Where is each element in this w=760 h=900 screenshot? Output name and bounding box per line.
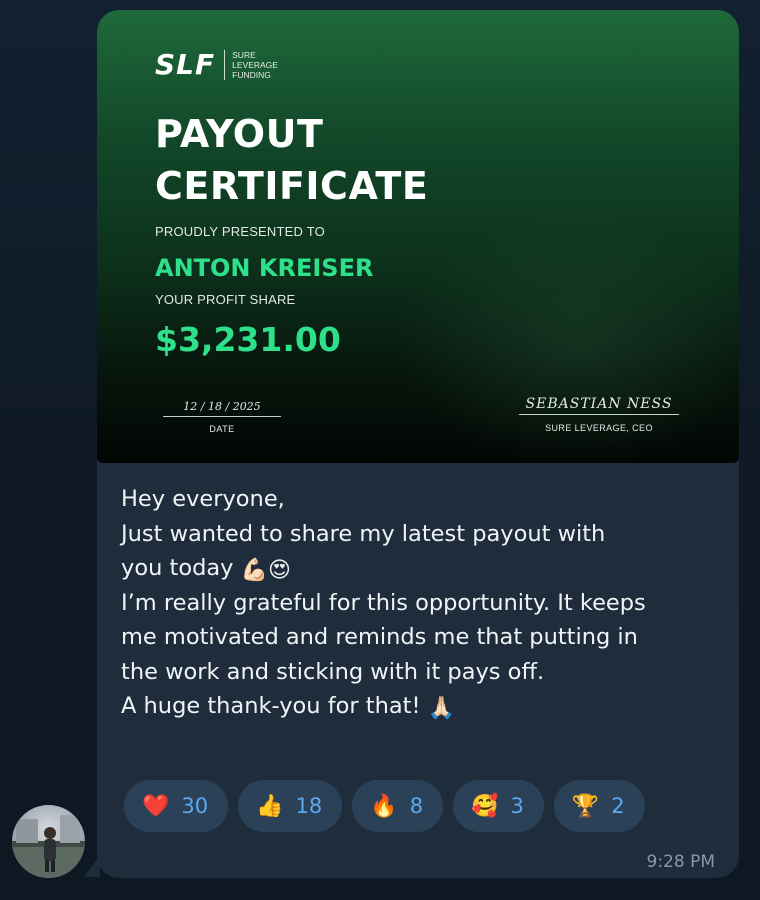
trophy-icon: 🏆 [571, 793, 600, 818]
message-line: Hey everyone, [121, 486, 285, 512]
message-line: you today 💪🏻😍 [121, 551, 721, 586]
reaction-fire[interactable]: 🔥 8 [352, 780, 444, 832]
fire-icon: 🔥 [370, 793, 398, 818]
logo-mark: SLF [155, 48, 216, 81]
message-line-text: A huge thank-you for that! [121, 693, 421, 719]
logo-divider [224, 49, 226, 80]
signature: SEBASTIAN NESS [519, 396, 679, 415]
certificate-title-line: PAYOUT [155, 112, 324, 156]
reaction-thumbs-up[interactable]: 👍 18 [238, 780, 343, 832]
thumbs-up-icon: 👍 [256, 793, 284, 818]
reaction-count: 8 [409, 794, 424, 818]
certificate-title: PAYOUT CERTIFICATE [155, 108, 428, 212]
heart-icon: ❤️ [142, 793, 170, 818]
smiling-face-with-hearts-icon: 🥰 [471, 793, 499, 818]
message-line: Just wanted to share my latest payout wi… [121, 520, 606, 547]
message-line-text: you today [121, 555, 234, 581]
certificate-title-line: CERTIFICATE [155, 164, 429, 208]
reaction-count: 3 [510, 794, 524, 818]
profit-share-label: YOUR PROFIT SHARE [155, 292, 296, 307]
date-block: 12 / 18 / 2025 DATE [163, 400, 281, 434]
logo-text: SURE LEVERAGE FUNDING [232, 50, 278, 80]
presented-to-label: PROUDLY PRESENTED TO [155, 224, 325, 239]
message-text: Hey everyone, Just wanted to share my la… [121, 482, 721, 724]
folded-hands-emoji-icon: 🙏🏻 [427, 696, 456, 721]
sender-avatar[interactable] [12, 805, 85, 878]
message-line: the work and sticking with it pays off. [121, 658, 545, 685]
logo-text-line: LEVERAGE [232, 59, 278, 70]
recipient-name: ANTON KREISER [155, 254, 374, 282]
message-timestamp: 9:28 PM [646, 852, 716, 872]
payout-amount: $3,231.00 [155, 320, 341, 359]
signature-caption: SURE LEVERAGE, CEO [545, 423, 653, 433]
message-line: me motivated and reminds me that putting… [121, 624, 638, 650]
message-line: A huge thank-you for that! 🙏🏻 [121, 689, 721, 724]
reaction-heart[interactable]: ❤️ 30 [124, 780, 229, 832]
signature-block: SEBASTIAN NESS SURE LEVERAGE, CEO [519, 396, 679, 433]
slf-logo: SLF SURE LEVERAGE FUNDING [155, 48, 278, 81]
reactions-bar: ❤️ 30 👍 18 🔥 8 🥰 3 🏆 2 [124, 780, 645, 832]
reaction-count: 2 [611, 794, 625, 818]
message-line: I’m really grateful for this opportunity… [121, 589, 646, 616]
logo-text-line: SURE [232, 49, 256, 60]
date-value: 12 / 18 / 2025 [163, 400, 281, 417]
reaction-trophy[interactable]: 🏆 2 [553, 780, 645, 832]
muscle-heart-eyes-emoji-icon: 💪🏻😍 [240, 558, 291, 583]
reaction-count: 30 [181, 794, 209, 818]
reaction-smiling-hearts[interactable]: 🥰 3 [453, 780, 544, 832]
date-caption: DATE [209, 424, 235, 434]
payout-certificate-image[interactable]: SLF SURE LEVERAGE FUNDING PAYOUT CERTIFI… [97, 10, 739, 463]
logo-text-line: FUNDING [232, 69, 271, 80]
reaction-count: 18 [295, 794, 323, 818]
message-bubble[interactable]: SLF SURE LEVERAGE FUNDING PAYOUT CERTIFI… [97, 10, 739, 878]
avatar-photo [12, 815, 85, 878]
